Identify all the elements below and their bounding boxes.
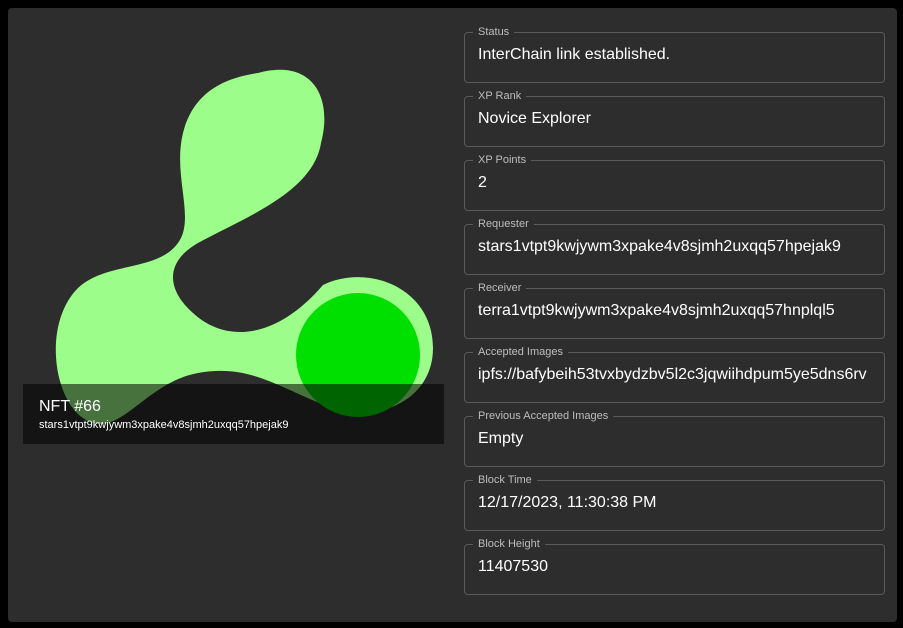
requester-field[interactable]: Requester stars1vtpt9kwjywm3xpake4v8sjmh… bbox=[464, 219, 885, 275]
xp-rank-label: XP Rank bbox=[478, 90, 522, 102]
receiver-label: Receiver bbox=[478, 282, 522, 294]
previous-accepted-images-label: Previous Accepted Images bbox=[478, 410, 609, 422]
xp-rank-value[interactable]: Novice Explorer bbox=[478, 107, 873, 131]
status-value[interactable]: InterChain link established. bbox=[478, 43, 873, 67]
xp-points-label: XP Points bbox=[478, 154, 527, 166]
previous-accepted-images-field[interactable]: Previous Accepted Images Empty bbox=[464, 411, 885, 467]
status-label: Status bbox=[478, 26, 510, 38]
block-height-field[interactable]: Block Height 11407530 bbox=[464, 539, 885, 595]
xp-rank-field[interactable]: XP Rank Novice Explorer bbox=[464, 91, 885, 147]
receiver-field[interactable]: Receiver terra1vtpt9kwjywm3xpake4v8sjmh2… bbox=[464, 283, 885, 339]
nft-caption: NFT #66 stars1vtpt9kwjywm3xpake4v8sjmh2u… bbox=[23, 384, 444, 444]
details-panel: Status InterChain link established. XP R… bbox=[464, 27, 885, 603]
nft-logo-icon bbox=[55, 69, 434, 425]
accepted-images-value[interactable]: ipfs://bafybeih53tvxbydzbv5l2c3jqwiihdpu… bbox=[478, 363, 873, 387]
block-time-value[interactable]: 12/17/2023, 11:30:38 PM bbox=[478, 491, 873, 515]
xp-points-value[interactable]: 2 bbox=[478, 171, 873, 195]
block-height-value[interactable]: 11407530 bbox=[478, 555, 873, 579]
status-field[interactable]: Status InterChain link established. bbox=[464, 27, 885, 83]
requester-label: Requester bbox=[478, 218, 529, 230]
nft-image bbox=[23, 23, 444, 444]
nft-owner-address: stars1vtpt9kwjywm3xpake4v8sjmh2uxqq57hpe… bbox=[39, 419, 289, 431]
xp-points-field[interactable]: XP Points 2 bbox=[464, 155, 885, 211]
nft-title: NFT #66 bbox=[39, 398, 101, 415]
nft-card: NFT #66 stars1vtpt9kwjywm3xpake4v8sjmh2u… bbox=[8, 8, 897, 622]
requester-value[interactable]: stars1vtpt9kwjywm3xpake4v8sjmh2uxqq57hpe… bbox=[478, 235, 873, 259]
block-height-label: Block Height bbox=[478, 538, 540, 550]
block-time-field[interactable]: Block Time 12/17/2023, 11:30:38 PM bbox=[464, 475, 885, 531]
receiver-value[interactable]: terra1vtpt9kwjywm3xpake4v8sjmh2uxqq57hnp… bbox=[478, 299, 873, 323]
block-time-label: Block Time bbox=[478, 474, 532, 486]
accepted-images-field[interactable]: Accepted Images ipfs://bafybeih53tvxbydz… bbox=[464, 347, 885, 403]
accepted-images-label: Accepted Images bbox=[478, 346, 563, 358]
previous-accepted-images-value[interactable]: Empty bbox=[478, 427, 873, 451]
